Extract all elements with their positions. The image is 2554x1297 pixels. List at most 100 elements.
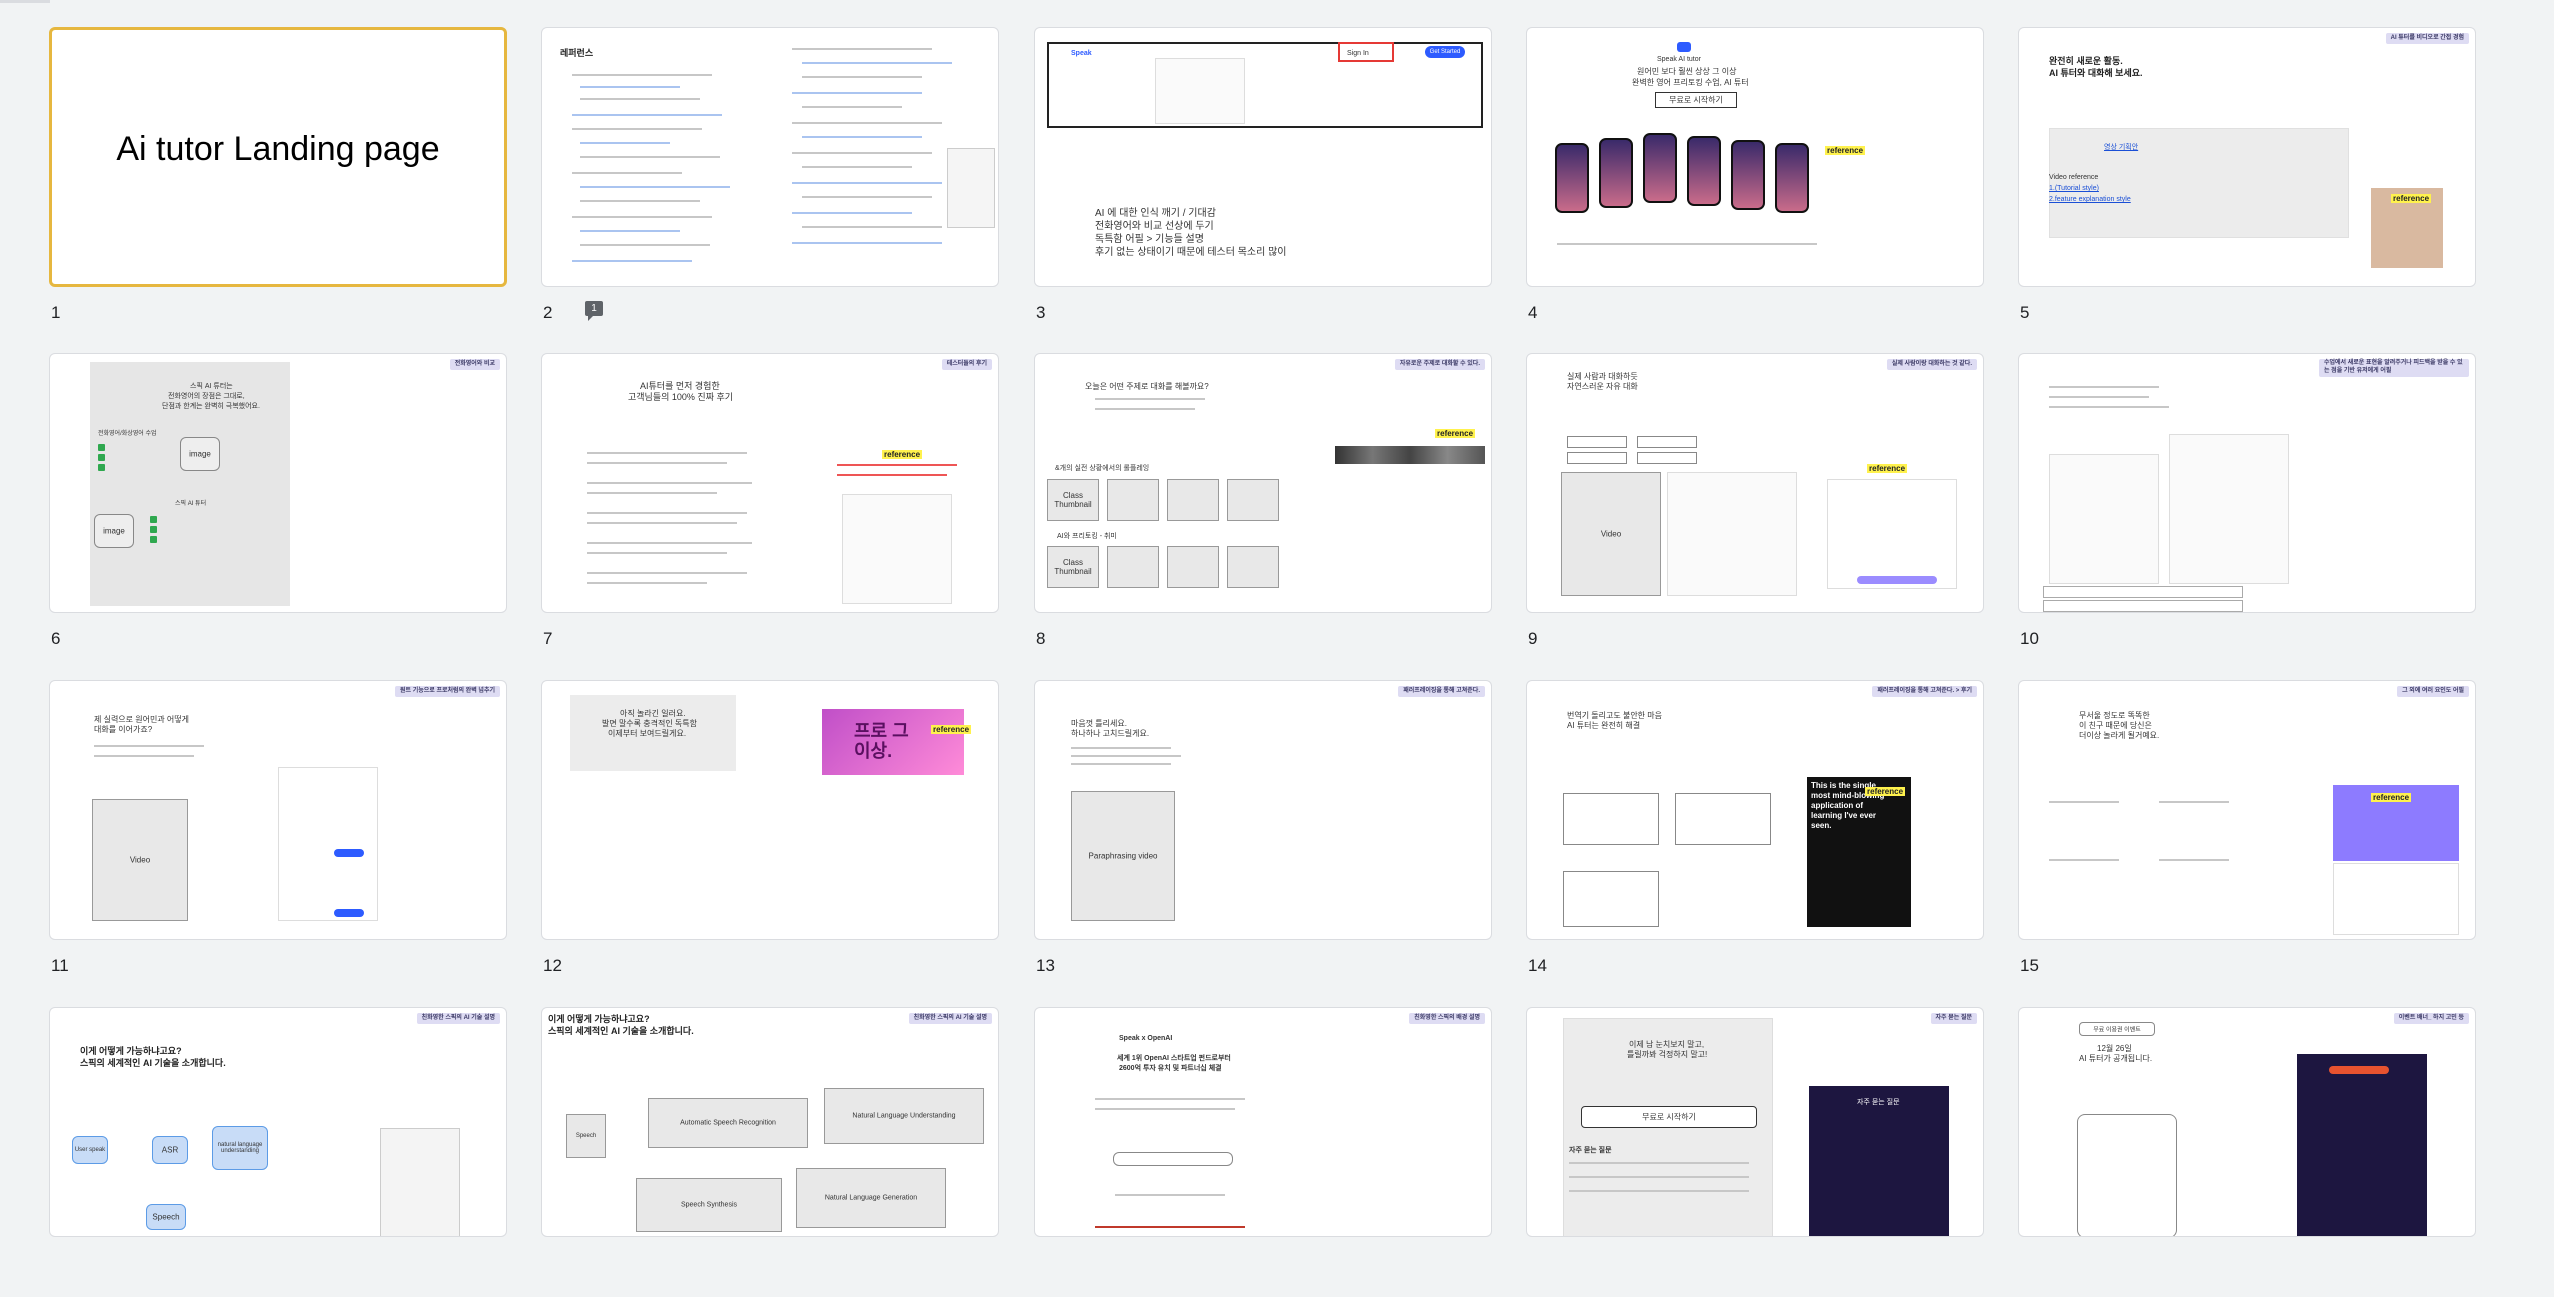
slide-cell-18[interactable]: 친화영한 스픽의 배경 설명 Speak x OpenAI 세계 1위 Open… [1034,1007,1494,1297]
slide-thumbnail-20[interactable]: 이벤트 배너_ 하지 고민 등 무료 이용권 이벤트 12월 26일 AI 튜터… [2018,1007,2476,1237]
slide-thumbnail-10[interactable]: 수업에서 새로운 표현을 알려주거나 피드백을 받을 수 있는 점을 기반 유저… [2018,353,2476,613]
heading-1: 세계 1위 OpenAI 스타트업 펀드로부터 [1117,1055,1231,1062]
slide-number: 3 [1036,303,1046,322]
diagram-speech-node: Speech [152,1212,180,1222]
slide-cell-11[interactable]: 원트 기능으로 프로처럼의 완벽 넘추기 제 실력으로 원어민과 어떻게 대화를… [49,680,509,975]
heading-3: 더이상 놀라게 될거예요. [2079,731,2160,740]
heading-1: 실제 사람과 대화하듯 [1567,372,1638,381]
slide-title: Ai tutor Landing page [116,130,440,168]
slide-thumbnail-18[interactable]: 친화영한 스픽의 배경 설명 Speak x OpenAI 세계 1위 Open… [1034,1007,1492,1237]
diagram-user-node: User speak [74,1147,106,1153]
slide-thumbnail-8[interactable]: 자유로운 주제로 대화할 수 있다. 오늘은 어떤 주제로 대화를 해볼까요? … [1034,353,1492,613]
slide-cell-3[interactable]: Speak Sign In Get Started AI 에 대한 인식 깨기 … [1034,27,1494,322]
slide-cell-14[interactable]: 패러프레이징을 통해 고쳐준다. > 후기 번역기 돌리고도 불안한 마음 AI… [1526,680,1986,975]
reference-label: reference [1867,464,1908,473]
slide-thumbnail-12[interactable]: 아직 놀라긴 일러요. 발면 말수록 충격적인 독특함 이제부터 보여드릴게요.… [541,680,999,940]
slide-thumbnail-2[interactable]: 레퍼런스 [541,27,999,287]
note-line-1: AI 에 대한 인식 깨기 / 기대감 [1095,208,1216,219]
tts-box: Speech Synthesis [680,1201,738,1209]
nlu-box: Natural Language Understanding [852,1112,956,1120]
slide-thumbnail-15[interactable]: 그 외에 여러 요인도 어필 무서울 정도로 똑똑한 이 친구 때문에 당신은 … [2018,680,2476,940]
heading-2: 전화영어의 장점은 그대로, [168,393,245,400]
event-button-label: 무료 이용권 이벤트 [2093,1027,2141,1034]
slide-number: 1 [51,303,61,322]
slide-cell-8[interactable]: 자유로운 주제로 대화할 수 있다. 오늘은 어떤 주제로 대화를 해볼까요? … [1034,353,1494,648]
slide-tag: 친화영한 스픽의 배경 설명 [1409,1013,1485,1024]
heading-1: 번역기 돌리고도 불안한 마음 [1567,711,1662,720]
speak-logo-icon [1677,42,1691,52]
heading-1: AI튜터를 먼저 경험한 [640,381,720,391]
slide-thumbnail-19[interactable]: 자주 묻는 질문 이제 남 눈치보지 말고, 틀릴까봐 걱정하지 말고! 무료로… [1526,1007,1984,1237]
video-plan-link[interactable]: 영상 기획안 [2104,143,2138,152]
heading-2: 자연스러운 자유 대화 [1567,382,1638,391]
subheading-1: &개의 실전 상황에서의 롤플레잉 [1055,465,1150,472]
heading-2: AI 튜터는 완전히 해결 [1567,721,1641,730]
slide-tag: 수업에서 새로운 표현을 알려주거나 피드백을 받을 수 있는 점을 기반 유저… [2319,359,2469,377]
heading-2: 틀릴까봐 걱정하지 말고! [1627,1050,1708,1059]
slide-thumbnail-1[interactable]: Ai tutor Landing page [49,27,507,287]
heading-3: 이제부터 보여드릴게요. [608,729,687,738]
slide-cell-4[interactable]: Speak AI tutor 원어민 보다 훨씬 상상 그 이상 완벽한 영어 … [1526,27,1986,322]
slide-cell-7[interactable]: 테스터들의 후기 AI튜터를 먼저 경험한 고객님들의 100% 진짜 후기 r… [541,353,1001,648]
note-line-4: 후기 없는 상태이기 때문에 테스터 목소리 많이 [1095,247,1287,258]
heading-2: 하나하나 고치드릴게요. [1071,729,1150,738]
reference-link-2[interactable]: 2.feature explanation style [2049,195,2131,204]
heading-1: 이게 어떻게 가능하냐고요? [548,1014,650,1024]
slide-thumbnail-3[interactable]: Speak Sign In Get Started AI 에 대한 인식 깨기 … [1034,27,1492,287]
heading-1: 12월 26일 [2097,1044,2132,1053]
slide-cell-1[interactable]: Ai tutor Landing page 1 [49,27,509,322]
slide-cell-13[interactable]: 패러프레이징을 통해 고쳐준다. 마음껏 틀리세요. 하나하나 고치드릴게요. … [1034,680,1494,975]
slide-cell-17[interactable]: 친화영한 스픽의 AI 기술 설명 이게 어떻게 가능하냐고요? 스픽의 세계적… [541,1007,1001,1297]
reference-label: reference [2371,793,2412,802]
slide-thumbnail-13[interactable]: 패러프레이징을 통해 고쳐준다. 마음껏 틀리세요. 하나하나 고치드릴게요. … [1034,680,1492,940]
slide-thumbnail-7[interactable]: 테스터들의 후기 AI튜터를 먼저 경험한 고객님들의 100% 진짜 후기 r… [541,353,999,613]
slide-thumbnail-9[interactable]: 실제 사람이랑 대화하는 것 같다. 실제 사람과 대화하듯 자연스러운 자유 … [1526,353,1984,613]
slide-thumbnail-6[interactable]: 전화영어와 비교 스픽 AI 튜터는 전화영어의 장점은 그대로, 단점과 한계… [49,353,507,613]
slide-cell-6[interactable]: 전화영어와 비교 스픽 AI 튜터는 전화영어의 장점은 그대로, 단점과 한계… [49,353,509,648]
asr-box: Automatic Speech Recognition [680,1119,776,1127]
heading-3: 단점과 한계는 완벽히 극복했어요. [162,403,260,410]
faq-heading: 자주 묻는 질문 [1569,1147,1612,1154]
slide-cell-15[interactable]: 그 외에 여러 요인도 어필 무서울 정도로 똑똑한 이 친구 때문에 당신은 … [2018,680,2478,975]
heading-1: 마음껏 틀리세요. [1071,719,1127,728]
comment-icon[interactable]: 1 [585,301,603,321]
heading-1: 오늘은 어떤 주제로 대화를 해볼까요? [1085,382,1209,391]
slide-tag: 실제 사람이랑 대화하는 것 같다. [1886,359,1977,370]
faq-panel-title: 자주 묻는 질문 [1857,1099,1900,1106]
slide-cell-12[interactable]: 아직 놀라긴 일러요. 발면 말수록 충격적인 독특함 이제부터 보여드릴게요.… [541,680,1001,975]
brand-name: Speak AI tutor [1657,56,1701,63]
note-line-2: 전화영어와 비교 선상에 두기 [1095,221,1214,232]
slide-cell-5[interactable]: AI 튜터를 비디오로 간접 경험 완전히 새로운 활동. AI 튜터와 대화해… [2018,27,2478,322]
slide-cell-9[interactable]: 실제 사람이랑 대화하는 것 같다. 실제 사람과 대화하듯 자연스러운 자유 … [1526,353,1986,648]
slide-thumbnail-4[interactable]: Speak AI tutor 원어민 보다 훨씬 상상 그 이상 완벽한 영어 … [1526,27,1984,287]
slide-cell-19[interactable]: 자주 묻는 질문 이제 남 눈치보지 말고, 틀릴까봐 걱정하지 말고! 무료로… [1526,1007,1986,1297]
heading-2: 2600억 투자 유치 및 파트너십 체결 [1119,1065,1222,1072]
diagram-nlu-node: natural language understanding [217,1142,263,1154]
slide-thumbnail-11[interactable]: 원트 기능으로 프로처럼의 완벽 넘추기 제 실력으로 원어민과 어떻게 대화를… [49,680,507,940]
heading-1: 완전히 새로운 활동. [2049,56,2123,66]
heading-2: 발면 말수록 충격적인 독특함 [602,719,697,728]
slide-cell-16[interactable]: 친화영한 스픽의 AI 기술 설명 이게 어떻게 가능하냐고요? 스픽의 세계적… [49,1007,509,1297]
slide-tag: 자주 묻는 질문 [1930,1013,1977,1024]
slide-cell-2[interactable]: 레퍼런스 2 1 [541,27,1001,322]
slide-heading: 레퍼런스 [560,48,594,58]
slide-number: 14 [1528,956,1547,975]
slide-tag: 패러프레이징을 통해 고쳐준다. > 후기 [1872,686,1977,697]
nlg-box: Natural Language Generation [824,1194,918,1202]
diagram-asr-node: ASR [161,1145,179,1155]
heading-2: 이 친구 때문에 당신은 [2079,721,2152,730]
subheading-2: 스픽 AI 튜터 [175,501,207,507]
promo-title: 프로 그 이상. [854,721,909,761]
heading-2: 스픽의 세계적인 AI 기술을 소개합니다. [80,1058,226,1068]
slide-number: 13 [1036,956,1055,975]
slide-cell-10[interactable]: 수업에서 새로운 표현을 알려주거나 피드백을 받을 수 있는 점을 기반 유저… [2018,353,2478,648]
slide-thumbnail-16[interactable]: 친화영한 스픽의 AI 기술 설명 이게 어떻게 가능하냐고요? 스픽의 세계적… [49,1007,507,1237]
cta-button-label: 무료로 시작하기 [1642,1112,1696,1122]
slide-thumbnail-17[interactable]: 친화영한 스픽의 AI 기술 설명 이게 어떻게 가능하냐고요? 스픽의 세계적… [541,1007,999,1237]
slide-cell-20[interactable]: 이벤트 배너_ 하지 고민 등 무료 이용권 이벤트 12월 26일 AI 튜터… [2018,1007,2478,1297]
reference-link-1[interactable]: 1.(Tutorial style) [2049,184,2099,193]
reference-label: reference [931,725,972,734]
slide-thumbnail-14[interactable]: 패러프레이징을 통해 고쳐준다. > 후기 번역기 돌리고도 불안한 마음 AI… [1526,680,1984,940]
heading-1: 스픽 AI 튜터는 [190,383,233,390]
slide-thumbnail-5[interactable]: AI 튜터를 비디오로 간접 경험 완전히 새로운 활동. AI 튜터와 대화해… [2018,27,2476,287]
